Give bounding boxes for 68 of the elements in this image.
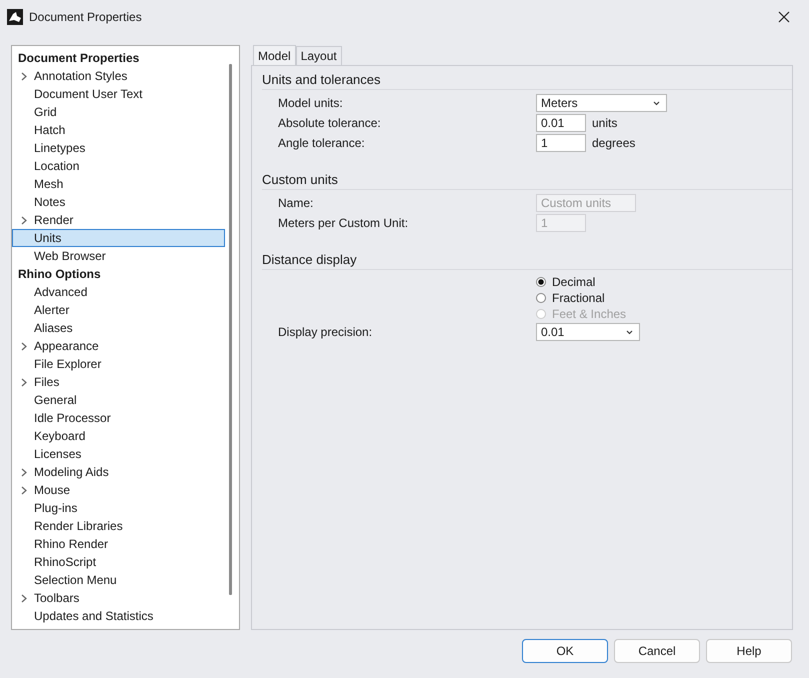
tab[interactable]: Layout (296, 46, 342, 65)
tree-item[interactable]: Appearance (12, 337, 225, 355)
tree-item[interactable]: Location (12, 157, 225, 175)
tree-item[interactable]: Annotation Styles (12, 67, 225, 85)
tree-item[interactable]: Updates and Statistics (12, 607, 225, 625)
section-title: Distance display (262, 250, 792, 270)
dialog-button[interactable]: Help (706, 639, 792, 663)
tree-item[interactable]: Licenses (12, 445, 225, 463)
tree-heading[interactable]: Document Properties (12, 49, 229, 67)
tree-item[interactable]: Document User Text (12, 85, 225, 103)
tree-item[interactable]: Files (12, 373, 225, 391)
expand-icon[interactable] (21, 216, 27, 225)
tree-item[interactable]: Alerter (12, 301, 225, 319)
expand-icon[interactable] (21, 594, 27, 603)
dropdown[interactable]: Meters (536, 94, 667, 112)
radio-label: Decimal (552, 275, 596, 289)
tree-item[interactable]: Modeling Aids (12, 463, 225, 481)
tree-item[interactable]: Mouse (12, 481, 225, 499)
tree-item[interactable]: Toolbars (12, 589, 225, 607)
caret-icon (653, 100, 660, 106)
section-title: Custom units (262, 170, 792, 190)
dialog-button[interactable]: OK (522, 639, 608, 663)
tree-item[interactable]: Rhino Render (12, 535, 225, 553)
tree-item[interactable]: Render (12, 211, 225, 229)
tree-item[interactable]: Units (12, 229, 225, 247)
expand-icon[interactable] (21, 342, 27, 351)
expand-icon[interactable] (21, 378, 27, 387)
section-title: Units and tolerances (262, 70, 792, 90)
tree-item[interactable]: Web Browser (12, 247, 225, 265)
unit-label: units (592, 116, 618, 130)
close-icon (778, 11, 790, 23)
tree-item[interactable]: File Explorer (12, 355, 225, 373)
tree-item[interactable]: Hatch (12, 121, 225, 139)
tree-item[interactable]: Plug-ins (12, 499, 225, 517)
tree-heading[interactable]: Rhino Options (12, 265, 229, 283)
field-label: Name: (278, 196, 314, 210)
caret-icon (626, 330, 633, 334)
field-label: Display precision: (278, 325, 374, 339)
rhino-icon (7, 9, 23, 25)
radio-button[interactable] (536, 277, 546, 287)
field-label: Meters per Custom Unit: (278, 216, 410, 230)
tree-item[interactable]: Linetypes (12, 139, 225, 157)
tree-item[interactable]: Grid (12, 103, 225, 121)
radio-label: Fractional (552, 291, 605, 305)
field-label: Angle tolerance: (278, 136, 366, 150)
tree-item[interactable]: Aliases (12, 319, 225, 337)
tree-item[interactable]: Selection Menu (12, 571, 225, 589)
input-field[interactable]: 1 (536, 134, 586, 152)
expand-icon[interactable] (21, 72, 27, 81)
tab[interactable]: Model (253, 45, 296, 65)
field-label: Model units: (278, 96, 344, 110)
tree-item[interactable]: Idle Processor (12, 409, 225, 427)
tree-item[interactable]: Keyboard (12, 427, 225, 445)
scrollbar[interactable] (229, 64, 232, 595)
tree-item[interactable]: Notes (12, 193, 225, 211)
tree-item[interactable]: RhinoScript (12, 553, 225, 571)
window-title: Document Properties (29, 10, 143, 24)
tree-item[interactable]: Render Libraries (12, 517, 225, 535)
unit-label: degrees (592, 136, 636, 150)
radio-label: Feet & Inches (552, 307, 626, 321)
tree-item[interactable]: General (12, 391, 225, 409)
dialog-button[interactable]: Cancel (614, 639, 700, 663)
field-label: Absolute tolerance: (278, 116, 382, 130)
tree-item[interactable]: Advanced (12, 283, 225, 301)
tree-item[interactable]: Mesh (12, 175, 225, 193)
dropdown[interactable]: 0.01 (536, 323, 640, 341)
input-field[interactable]: 0.01 (536, 114, 586, 132)
radio-button[interactable] (536, 293, 546, 303)
